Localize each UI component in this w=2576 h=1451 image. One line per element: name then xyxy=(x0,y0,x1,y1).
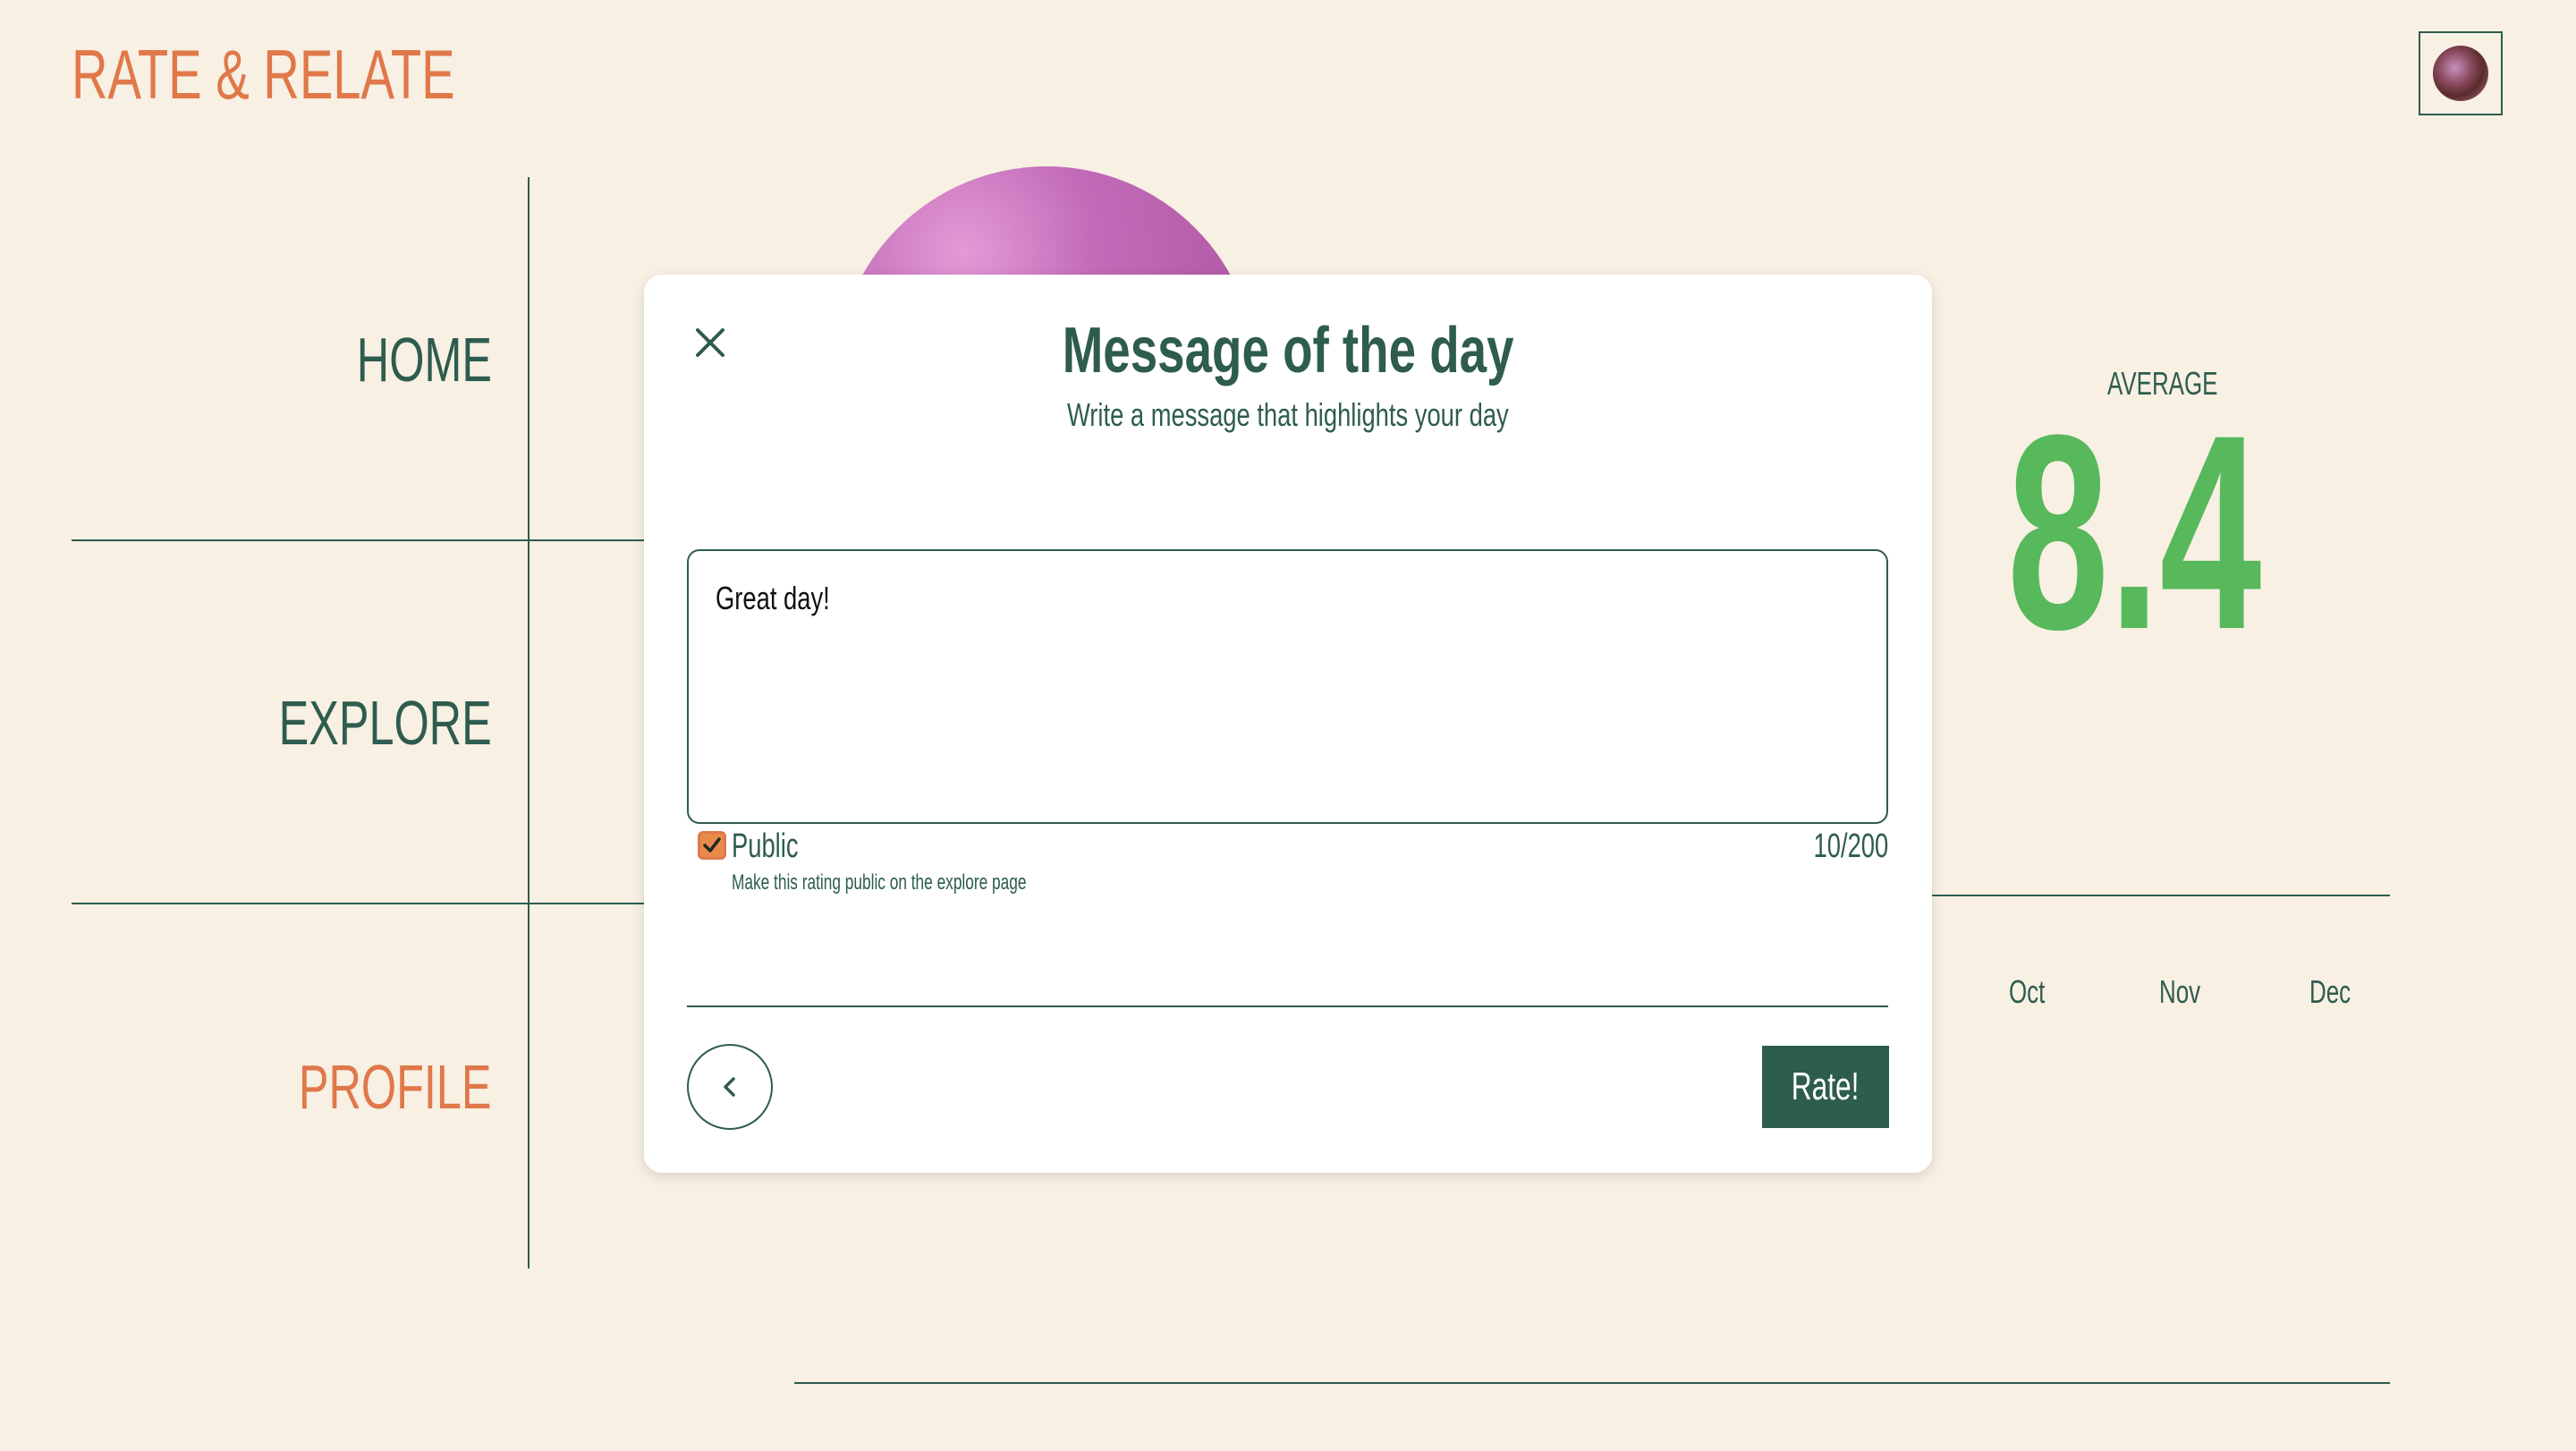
modal-divider xyxy=(687,1006,1888,1007)
sidebar-divider-vertical xyxy=(528,177,530,1269)
message-of-the-day-modal: Message of the day Write a message that … xyxy=(644,275,1932,1173)
sidebar-divider-horizontal xyxy=(72,539,644,541)
message-input-value: Great day! xyxy=(716,580,830,616)
public-checkbox-help: Make this rating public on the explore p… xyxy=(732,870,1027,895)
chart-month-label: Nov xyxy=(2159,973,2201,1010)
rate-submit-label: Rate! xyxy=(1792,1065,1860,1108)
chart-month-label: Dec xyxy=(2309,973,2351,1010)
sidebar-divider-horizontal xyxy=(72,903,644,904)
chart-baseline xyxy=(794,1382,2390,1384)
modal-title: Message of the day xyxy=(1062,315,1514,386)
check-icon xyxy=(703,837,721,853)
nav-item-profile[interactable]: PROFILE xyxy=(299,1051,492,1123)
chart-month-label: Oct xyxy=(2009,973,2046,1010)
character-counter: 10/200 xyxy=(1813,827,1888,865)
rate-submit-button[interactable]: Rate! xyxy=(1762,1046,1889,1128)
app-logo[interactable]: RATE & RELATE xyxy=(72,34,455,115)
modal-subtitle: Write a message that highlights your day xyxy=(1067,396,1509,433)
public-checkbox-label[interactable]: Public xyxy=(732,827,799,866)
profile-avatar-button[interactable] xyxy=(2419,31,2503,115)
stats-divider xyxy=(1932,895,2390,896)
message-input[interactable]: Great day! xyxy=(687,549,1888,824)
nav-item-home[interactable]: HOME xyxy=(357,324,492,395)
average-value: 8.4 xyxy=(2007,377,2262,687)
avatar xyxy=(2433,46,2488,101)
public-checkbox[interactable] xyxy=(698,831,726,860)
nav-item-explore[interactable]: EXPLORE xyxy=(279,687,492,759)
chevron-left-icon xyxy=(724,1077,735,1097)
back-button[interactable] xyxy=(687,1044,773,1130)
